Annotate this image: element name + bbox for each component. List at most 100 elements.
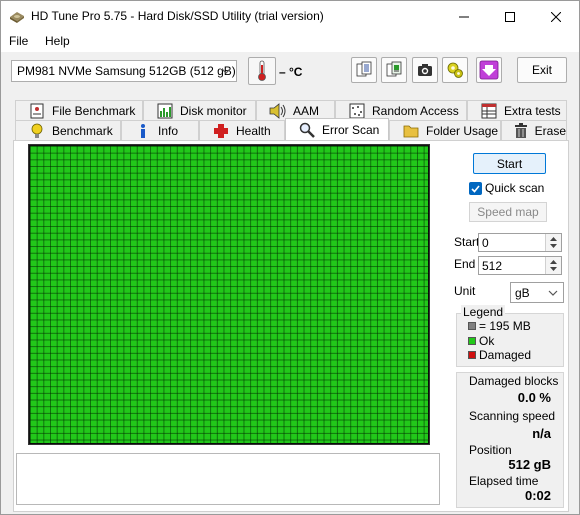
scan-log-box (16, 453, 440, 505)
copy-info-button[interactable] (351, 57, 377, 83)
window-title: HD Tune Pro 5.75 - Hard Disk/SSD Utility… (31, 9, 324, 23)
gray-swatch-icon (468, 322, 476, 330)
copy-all-button[interactable] (381, 57, 407, 83)
scanning-speed-label: Scanning speed (469, 409, 556, 423)
unit-value: gB (515, 286, 530, 300)
tab-label: Disk monitor (180, 103, 247, 118)
temperature-readout: – °C (279, 65, 303, 79)
copy-text-icon (356, 61, 372, 77)
unit-label: Unit (454, 284, 476, 298)
tab-row-2: Benchmark Info Health Error Scan Folder … (15, 118, 567, 140)
scanning-speed-value: n/a (532, 426, 551, 441)
chevron-down-icon (220, 65, 232, 77)
red-swatch-icon (468, 351, 476, 359)
legend-ok: Ok (468, 334, 494, 348)
tab-disk-monitor[interactable]: Disk monitor (143, 100, 256, 120)
tab-label: File Benchmark (52, 103, 136, 118)
toolbar: PM981 NVMe Samsung 512GB (512 gB) – °C E… (1, 52, 579, 92)
screenshot-button[interactable] (412, 57, 438, 83)
start-field-label: Start (454, 235, 480, 249)
tab-folder-usage[interactable]: Folder Usage (389, 120, 501, 140)
tab-error-scan[interactable]: Error Scan (285, 118, 389, 140)
tab-info[interactable]: Info (121, 120, 199, 140)
drive-select-value: PM981 NVMe Samsung 512GB (512 gB) (17, 64, 236, 78)
tab-label: Benchmark (52, 123, 113, 138)
temperature-button[interactable] (248, 57, 276, 85)
menu-help[interactable]: Help (45, 34, 70, 48)
thermometer-icon (258, 60, 266, 81)
download-arrow-icon (479, 60, 499, 80)
tab-random-access[interactable]: Random Access (335, 100, 467, 120)
legend-block-size: = 195 MB (468, 319, 531, 333)
start-spinbox[interactable]: 0 (478, 233, 562, 252)
title-bar: HD Tune Pro 5.75 - Hard Disk/SSD Utility… (1, 1, 579, 32)
tab-row-1: File Benchmark Disk monitor AAM Random A… (15, 100, 567, 120)
minimize-icon (459, 16, 469, 17)
folder-icon (402, 123, 420, 139)
chevron-down-icon (547, 287, 559, 302)
random-dots-icon (348, 103, 366, 119)
menu-bar: File Help (1, 32, 579, 52)
legend-block-size-text: = 195 MB (479, 319, 531, 333)
legend-damaged-text: Damaged (479, 348, 532, 362)
app-window: HD Tune Pro 5.75 - Hard Disk/SSD Utility… (0, 0, 580, 515)
start-value: 0 (482, 236, 489, 250)
grid-table-icon (480, 103, 498, 119)
info-icon (134, 123, 152, 139)
maximize-icon (505, 11, 515, 22)
tab-label: Health (236, 123, 271, 138)
tab-label: Folder Usage (426, 123, 499, 138)
options-button[interactable] (442, 57, 468, 83)
elapsed-time-value: 0:02 (524, 488, 551, 503)
spin-arrows-icon[interactable] (545, 257, 561, 274)
speed-map-button[interactable]: Speed map (469, 202, 547, 222)
legend-title: Legend (461, 305, 506, 319)
end-value: 512 (482, 259, 503, 273)
green-swatch-icon (468, 337, 476, 345)
lightbulb-icon (28, 123, 46, 139)
close-icon (551, 11, 561, 22)
tab-label: Error Scan (322, 122, 380, 137)
tab-file-benchmark[interactable]: File Benchmark (15, 100, 143, 120)
tab-label: AAM (293, 103, 320, 118)
hd-tune-app-icon (9, 8, 25, 24)
gears-icon (447, 62, 463, 78)
minimize-button[interactable] (441, 1, 487, 32)
tab-label: Info (158, 123, 179, 138)
legend-ok-text: Ok (479, 334, 495, 348)
tab-extra-tests[interactable]: Extra tests (467, 100, 567, 120)
magnifier-icon (298, 122, 316, 138)
start-button[interactable]: Start (473, 153, 546, 174)
position-value: 512 gB (508, 457, 551, 472)
speaker-icon (269, 102, 287, 119)
file-document-icon (28, 103, 46, 119)
menu-file[interactable]: File (9, 34, 28, 48)
unit-select[interactable]: gB (510, 282, 564, 303)
red-cross-icon (212, 123, 230, 139)
close-button[interactable] (533, 1, 579, 32)
tab-erase[interactable]: Erase (501, 120, 567, 140)
damaged-blocks-label: Damaged blocks (469, 374, 559, 388)
maximize-button[interactable] (487, 1, 533, 32)
quick-scan-label: Quick scan (485, 181, 545, 195)
end-spinbox[interactable]: 512 (478, 256, 562, 275)
checkbox-checked-icon (469, 181, 482, 195)
tab-label: Random Access (372, 103, 459, 118)
tab-benchmark[interactable]: Benchmark (15, 120, 121, 140)
save-button[interactable] (476, 57, 502, 83)
damaged-blocks-value: 0.0 % (517, 390, 551, 405)
drive-select[interactable]: PM981 NVMe Samsung 512GB (512 gB) (11, 60, 237, 82)
tab-label: Extra tests (504, 103, 561, 118)
tab-aam[interactable]: AAM (256, 100, 335, 120)
trash-can-icon (514, 122, 529, 139)
tab-health[interactable]: Health (199, 120, 285, 140)
position-label: Position (469, 443, 512, 457)
camera-icon (418, 64, 432, 76)
exit-button[interactable]: Exit (517, 57, 567, 83)
tab-label: Erase (534, 123, 566, 138)
quick-scan-checkbox[interactable]: Quick scan (469, 181, 544, 195)
spin-arrows-icon[interactable] (545, 234, 561, 251)
copy-document-icon (386, 61, 402, 77)
elapsed-time-label: Elapsed time (469, 474, 539, 488)
bar-chart-icon (156, 103, 174, 119)
